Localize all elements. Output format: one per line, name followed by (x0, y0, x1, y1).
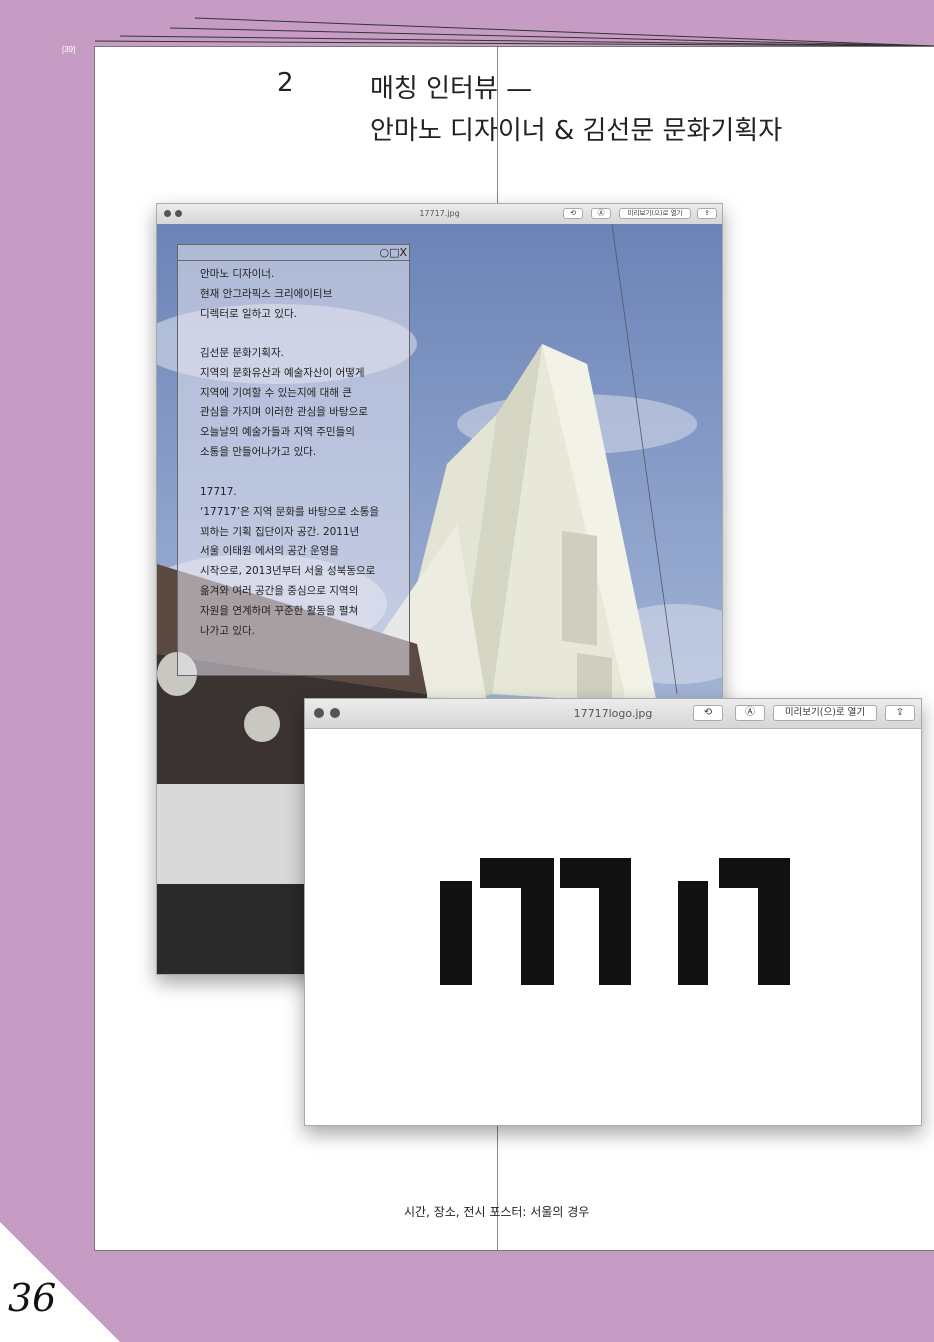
rotate-icon[interactable]: ⟲ (563, 208, 583, 219)
page-code: [39] (62, 45, 76, 54)
open-in-preview-button[interactable]: 미리보기(으)로 열기 (773, 705, 877, 721)
photo-window-titlebar[interactable]: 17717.jpg ⟲ Ⓐ 미리보기(으)로 열기 ⇪ (157, 204, 722, 225)
logo-17717 (440, 858, 790, 985)
chapter-number: 2 (277, 68, 294, 98)
page-number: 36 (8, 1276, 57, 1320)
logo-window-titlebar[interactable]: 17717logo.jpg ⟲ Ⓐ 미리보기(으)로 열기 ⇪ (305, 699, 921, 729)
planner-bio: 김선문 문화기획자. 지역의 문화유산과 예술자산이 어떻게 지역에 기여할 수… (200, 347, 368, 458)
markup-icon[interactable]: Ⓐ (591, 208, 611, 219)
rotate-icon[interactable]: ⟲ (693, 705, 723, 721)
share-icon[interactable]: ⇪ (697, 208, 717, 219)
logo-window[interactable]: 17717logo.jpg ⟲ Ⓐ 미리보기(으)로 열기 ⇪ (304, 698, 922, 1126)
open-in-preview-button[interactable]: 미리보기(으)로 열기 (619, 208, 691, 219)
share-icon[interactable]: ⇪ (885, 705, 915, 721)
chapter-title-line2: 안마노 디자이너 & 김선문 문화기획자 (370, 116, 783, 146)
chapter-title-line1: 매칭 인터뷰 — (370, 74, 533, 104)
popup-controls[interactable]: ○□X (379, 246, 407, 259)
org-bio: 17717. ‘17717’은 지역 문화를 바탕으로 소통을 꾀하는 기획 집… (200, 486, 380, 637)
info-popup-titlebar: ○□X (178, 245, 409, 261)
markup-icon[interactable]: Ⓐ (735, 705, 765, 721)
info-popup: ○□X 안마노 디자이너. 현재 안그라픽스 크리에이티브 디렉터로 일하고 있… (177, 244, 410, 676)
designer-bio: 안마노 디자이너. 현재 안그라픽스 크리에이티브 디렉터로 일하고 있다. (200, 268, 333, 320)
page-caption: 시간, 장소, 전시 포스터: 서울의 경우 (404, 1205, 590, 1219)
